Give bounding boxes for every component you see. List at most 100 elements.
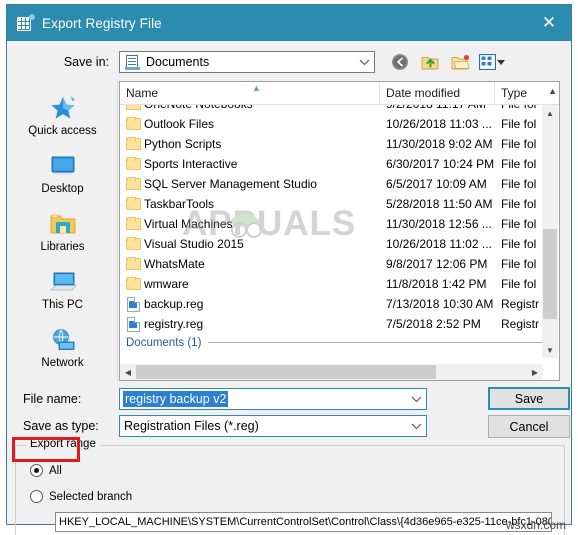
documents-folder-icon: [125, 54, 140, 70]
scroll-down-icon[interactable]: ▼: [542, 342, 558, 358]
window-title: Export Registry File: [42, 15, 162, 31]
scroll-up-icon[interactable]: ▲: [542, 105, 558, 121]
place-label: Desktop: [41, 183, 84, 195]
place-label: This PC: [42, 299, 83, 311]
table-row[interactable]: registry.reg 7/5/2018 2:52 PM Registr: [120, 314, 543, 334]
table-row[interactable]: WhatsMate 9/8/2017 12:06 PM File fol: [120, 254, 543, 274]
selected-branch-value: HKEY_LOCAL_MACHINE\SYSTEM\CurrentControl…: [59, 516, 552, 528]
save-as-type-label: Save as type:: [23, 419, 99, 433]
table-row[interactable]: SQL Server Management Studio 6/5/2017 10:…: [120, 174, 543, 194]
close-icon[interactable]: ✕: [527, 5, 571, 41]
cell-date-modified: 6/5/2017 10:09 AM: [386, 177, 487, 191]
cell-name: OneNote Notebooks: [120, 105, 380, 112]
column-header-name[interactable]: Name ▲: [120, 82, 380, 104]
save-as-type-value: Registration Files (*.reg): [124, 419, 259, 433]
cancel-button[interactable]: Cancel: [488, 415, 570, 438]
table-row[interactable]: OneNote Notebooks 9/2/2018 11:17 AMFile f…: [120, 105, 543, 114]
cell-name: SQL Server Management Studio: [120, 176, 380, 192]
column-header-label: Type: [501, 86, 528, 100]
chevron-down-icon[interactable]: [406, 423, 426, 430]
cell-date-modified: 10/26/2018 11:02 ...: [386, 237, 492, 251]
save-in-combobox[interactable]: Documents: [119, 51, 375, 73]
horizontal-scrollbar[interactable]: ◀ ▶: [120, 364, 543, 380]
vertical-scrollbar-thumb[interactable]: [543, 229, 557, 319]
header-expand-icon: ▲: [548, 86, 557, 96]
cell-name: WhatsMate: [120, 256, 380, 272]
scroll-left-icon[interactable]: ◀: [120, 364, 136, 380]
cell-type: File fol: [501, 257, 537, 271]
cell-name: Outlook Files: [120, 116, 380, 132]
save-in-value: Documents: [146, 55, 210, 69]
save-button[interactable]: Save: [488, 387, 570, 410]
up-folder-icon[interactable]: [419, 51, 441, 73]
place-quick-access[interactable]: Quick access: [8, 89, 117, 147]
radio-button-icon[interactable]: [30, 464, 43, 477]
views-button[interactable]: [479, 54, 505, 70]
radio-export-range-all[interactable]: All: [30, 464, 62, 477]
selected-branch-input[interactable]: HKEY_LOCAL_MACHINE\SYSTEM\CurrentControl…: [55, 512, 552, 532]
column-header-type[interactable]: Type: [495, 82, 543, 104]
save-in-label: Save in:: [63, 55, 109, 69]
folder-icon: [126, 256, 144, 272]
chevron-down-icon: [354, 59, 374, 66]
chevron-down-icon[interactable]: [406, 396, 426, 403]
cell-type: File fol: [501, 237, 537, 251]
radio-button-icon[interactable]: [30, 490, 43, 503]
cell-date-modified: 7/5/2018 2:52 PM: [386, 317, 481, 331]
save-as-type-row: Save as type: Registration Files (*.reg): [7, 415, 571, 437]
table-row[interactable]: Visual Studio 2015 10/26/2018 11:02 ... Fi…: [120, 234, 543, 254]
place-network[interactable]: Network: [8, 321, 117, 379]
file-name-text: Virtual Machines: [144, 217, 233, 231]
place-libraries[interactable]: Libraries: [8, 205, 117, 263]
column-header-date-modified[interactable]: Date modified: [380, 82, 495, 104]
folder-icon: [126, 216, 144, 232]
table-row[interactable]: wmware 11/8/2018 1:42 PM File fol: [120, 274, 543, 294]
reg-file-icon: [126, 296, 144, 312]
table-row[interactable]: Virtual Machines 11/30/2018 12:56 ... File…: [120, 214, 543, 234]
folder-icon: [126, 136, 144, 152]
group-header-line: [208, 342, 543, 343]
file-name-text: Python Scripts: [144, 137, 222, 151]
export-range-group: Export range All Selected branch HKEY_LO…: [15, 438, 565, 535]
group-header-documents: Documents (1): [120, 334, 543, 351]
cell-type: Registr: [501, 297, 540, 311]
place-label: Quick access: [28, 125, 97, 137]
horizontal-scrollbar-track[interactable]: [136, 364, 527, 380]
column-header-label: Name: [126, 86, 159, 100]
save-as-type-combobox[interactable]: Registration Files (*.reg): [119, 415, 427, 437]
file-name-input[interactable]: registry backup v2: [119, 388, 427, 410]
table-row[interactable]: backup.reg 7/13/2018 10:30 AM Registr: [120, 294, 543, 314]
cell-type: Registr: [501, 317, 540, 331]
views-icon: [479, 54, 496, 70]
folder-icon: [126, 196, 144, 212]
new-folder-icon[interactable]: [449, 51, 471, 73]
sort-ascending-icon: ▲: [252, 83, 261, 93]
places-bar: Quick access Desktop Libraries This PC N…: [8, 81, 118, 381]
table-row[interactable]: TaskbarTools 5/28/2018 11:50 AM File fol: [120, 194, 543, 214]
place-this-pc[interactable]: This PC: [8, 263, 117, 321]
cell-type: File fol: [501, 137, 537, 151]
export-range-title: Export range: [26, 438, 100, 450]
table-row[interactable]: Sports Interactive 6/30/2017 10:24 PM File…: [120, 154, 543, 174]
radio-export-range-selected-branch[interactable]: Selected branch: [30, 490, 132, 503]
export-registry-file-dialog: Export Registry File ✕ Save in: Document…: [6, 4, 572, 535]
file-name-text: Outlook Files: [144, 117, 215, 131]
views-dropdown-arrow-icon: [497, 59, 505, 65]
file-name-text: WhatsMate: [144, 257, 205, 271]
vertical-scrollbar-track[interactable]: [542, 121, 558, 342]
libraries-icon: [47, 209, 79, 239]
table-row[interactable]: Outlook Files 10/26/2018 11:03 ... File fo…: [120, 114, 543, 134]
cell-date-modified: 6/30/2017 10:24 PM: [386, 157, 495, 171]
vertical-scrollbar[interactable]: ▲ ▼: [542, 105, 558, 358]
file-name-text: Sports Interactive: [144, 157, 238, 171]
cell-name: Virtual Machines: [120, 216, 380, 232]
horizontal-scrollbar-thumb[interactable]: [136, 365, 436, 379]
place-desktop[interactable]: Desktop: [8, 147, 117, 205]
table-row[interactable]: Python Scripts 11/30/2018 9:02 AM File fol: [120, 134, 543, 154]
back-icon[interactable]: [389, 51, 411, 73]
file-name-text: backup.reg: [144, 297, 204, 311]
scroll-right-icon[interactable]: ▶: [527, 364, 543, 380]
cell-date-modified: 11/30/2018 9:02 AM: [386, 137, 493, 151]
file-name-text: TaskbarTools: [144, 197, 215, 211]
network-icon: [47, 325, 79, 355]
